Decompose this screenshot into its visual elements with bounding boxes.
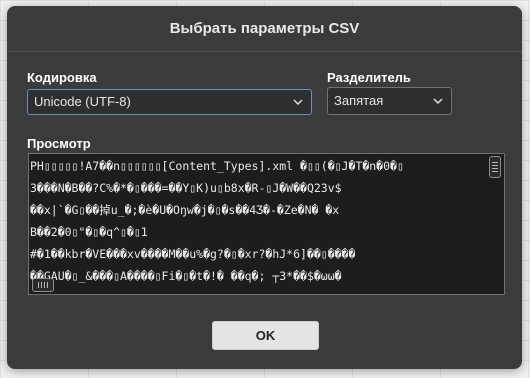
delimiter-label: Разделитель	[327, 70, 411, 85]
preview-line: ��GAU�▯_&���▯A����▯Fi�▯�t�!� ��q�; ┬3*��…	[30, 269, 342, 283]
preview-line: PH▯▯▯▯▯!A7��n▯▯▯▯▯▯[Content_Types].xml �…	[30, 159, 404, 173]
preview-pane[interactable]: PH▯▯▯▯▯!A7��n▯▯▯▯▯▯[Content_Types].xml �…	[28, 153, 505, 295]
dialog-title: Выбрать параметры CSV	[169, 20, 360, 37]
chevron-down-icon	[293, 99, 303, 106]
preview-label: Просмотр	[27, 136, 91, 151]
csv-options-dialog: Выбрать параметры CSV Кодировка Unicode …	[7, 6, 522, 369]
preview-line: ��x|`�G▯��掉u_�;�è�U�Oŋw�j�▯�s��4Ʒ�-�Ze�N…	[30, 203, 340, 217]
preview-line: #�1��kbr�VE���xv����M��u%�g?�▯�xr?�hJ*6]…	[30, 247, 356, 261]
horizontal-scrollbar[interactable]	[32, 278, 54, 292]
chevron-down-icon	[433, 98, 443, 105]
delimiter-select[interactable]: Запятая	[327, 87, 452, 115]
encoding-select[interactable]: Unicode (UTF-8)	[27, 89, 312, 115]
preview-line: B��2�0▯"�▯�q^▯�▯1	[30, 225, 148, 239]
vertical-scrollbar[interactable]	[489, 156, 501, 178]
encoding-label: Кодировка	[27, 70, 97, 85]
preview-line: 3���N�B��?C%�*�▯���=��Y▯K)u▯b8x�R-▯J�W��…	[30, 181, 342, 195]
title-divider	[7, 51, 522, 52]
delimiter-value: Запятая	[334, 93, 384, 108]
ok-button[interactable]: OK	[212, 321, 319, 350]
encoding-value: Unicode (UTF-8)	[34, 94, 131, 109]
